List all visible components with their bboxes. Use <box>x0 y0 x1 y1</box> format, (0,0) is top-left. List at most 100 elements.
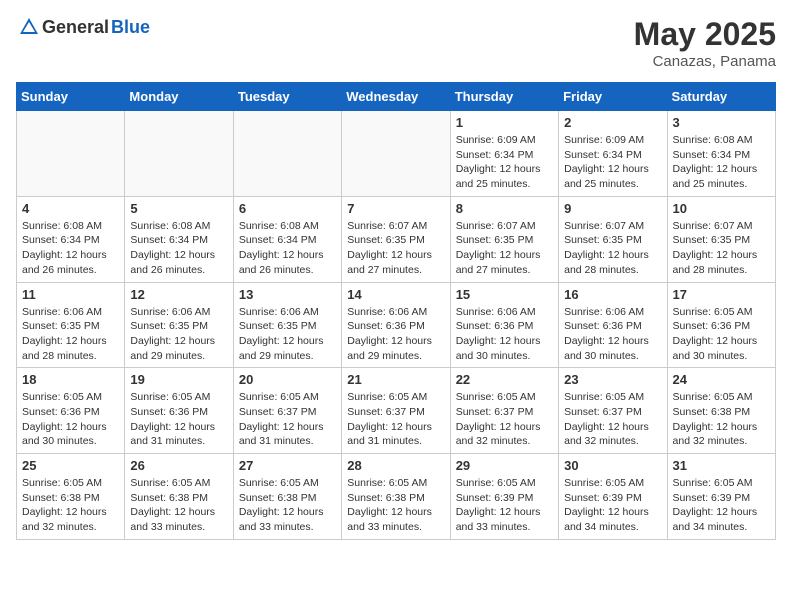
calendar-cell: 19 Sunrise: 6:05 AM Sunset: 6:36 PM Dayli… <box>125 368 233 454</box>
calendar-cell: 2Sunrise: 6:09 AM Sunset: 6:34 PM Daylig… <box>559 111 667 197</box>
calendar-cell: 9Sunrise: 6:07 AM Sunset: 6:35 PM Daylig… <box>559 196 667 282</box>
calendar-cell <box>233 111 341 197</box>
day-info: Sunrise: 6:05 AM Sunset: 6:39 PM Dayligh… <box>456 476 553 535</box>
day-number: 13 <box>239 287 336 302</box>
logo-icon <box>18 16 40 38</box>
calendar-cell <box>125 111 233 197</box>
day-number: 17 <box>673 287 770 302</box>
day-info: Sunrise: 6:05 AM Sunset: 6:38 PM Dayligh… <box>22 476 119 535</box>
calendar-cell: 24 Sunrise: 6:05 AM Sunset: 6:38 PM Dayli… <box>667 368 775 454</box>
day-number: 7 <box>347 201 444 216</box>
day-number: 21 <box>347 372 444 387</box>
calendar-cell: 18 Sunrise: 6:05 AM Sunset: 6:36 PM Dayli… <box>17 368 125 454</box>
calendar-cell: 15Sunrise: 6:06 AM Sunset: 6:36 PM Dayli… <box>450 282 558 368</box>
day-number: 8 <box>456 201 553 216</box>
day-number: 12 <box>130 287 227 302</box>
calendar-cell <box>17 111 125 197</box>
location: Canazas, Panama <box>634 53 776 70</box>
day-number: 5 <box>130 201 227 216</box>
day-number: 1 <box>456 115 553 130</box>
calendar-cell: 11 Sunrise: 6:06 AM Sunset: 6:35 PM Dayli… <box>17 282 125 368</box>
calendar-cell: 26Sunrise: 6:05 AM Sunset: 6:38 PM Dayli… <box>125 454 233 540</box>
day-number: 2 <box>564 115 661 130</box>
day-info: Sunrise: 6:08 AM Sunset: 6:34 PM Dayligh… <box>239 219 336 278</box>
weekday-header-tuesday: Tuesday <box>233 83 341 111</box>
calendar-cell: 5 Sunrise: 6:08 AM Sunset: 6:34 PM Daylig… <box>125 196 233 282</box>
weekday-header-friday: Friday <box>559 83 667 111</box>
day-number: 24 <box>673 372 770 387</box>
day-number: 29 <box>456 458 553 473</box>
calendar-cell: 12 Sunrise: 6:06 AM Sunset: 6:35 PM Dayli… <box>125 282 233 368</box>
weekday-header-monday: Monday <box>125 83 233 111</box>
day-number: 27 <box>239 458 336 473</box>
day-info: Sunrise: 6:06 AM Sunset: 6:35 PM Dayligh… <box>130 305 227 364</box>
day-info: Sunrise: 6:05 AM Sunset: 6:37 PM Dayligh… <box>347 390 444 449</box>
calendar-week-5: 25 Sunrise: 6:05 AM Sunset: 6:38 PM Dayli… <box>17 454 776 540</box>
calendar-week-3: 11 Sunrise: 6:06 AM Sunset: 6:35 PM Dayli… <box>17 282 776 368</box>
day-number: 30 <box>564 458 661 473</box>
day-info: Sunrise: 6:05 AM Sunset: 6:38 PM Dayligh… <box>347 476 444 535</box>
day-number: 26 <box>130 458 227 473</box>
day-info: Sunrise: 6:05 AM Sunset: 6:38 PM Dayligh… <box>239 476 336 535</box>
weekday-header-saturday: Saturday <box>667 83 775 111</box>
calendar-cell <box>342 111 450 197</box>
calendar-cell: 14 Sunrise: 6:06 AM Sunset: 6:36 PM Dayli… <box>342 282 450 368</box>
day-info: Sunrise: 6:07 AM Sunset: 6:35 PM Dayligh… <box>347 219 444 278</box>
day-number: 25 <box>22 458 119 473</box>
day-number: 23 <box>564 372 661 387</box>
calendar-cell: 16Sunrise: 6:06 AM Sunset: 6:36 PM Dayli… <box>559 282 667 368</box>
day-info: Sunrise: 6:05 AM Sunset: 6:36 PM Dayligh… <box>130 390 227 449</box>
day-info: Sunrise: 6:05 AM Sunset: 6:37 PM Dayligh… <box>564 390 661 449</box>
day-number: 4 <box>22 201 119 216</box>
weekday-header-sunday: Sunday <box>17 83 125 111</box>
day-info: Sunrise: 6:06 AM Sunset: 6:36 PM Dayligh… <box>347 305 444 364</box>
day-number: 16 <box>564 287 661 302</box>
calendar-cell: 28 Sunrise: 6:05 AM Sunset: 6:38 PM Dayli… <box>342 454 450 540</box>
weekday-header-wednesday: Wednesday <box>342 83 450 111</box>
day-number: 6 <box>239 201 336 216</box>
calendar-cell: 21 Sunrise: 6:05 AM Sunset: 6:37 PM Dayli… <box>342 368 450 454</box>
day-number: 20 <box>239 372 336 387</box>
day-number: 22 <box>456 372 553 387</box>
calendar-header-row: SundayMondayTuesdayWednesdayThursdayFrid… <box>17 83 776 111</box>
day-number: 3 <box>673 115 770 130</box>
weekday-header-thursday: Thursday <box>450 83 558 111</box>
day-info: Sunrise: 6:07 AM Sunset: 6:35 PM Dayligh… <box>564 219 661 278</box>
day-number: 14 <box>347 287 444 302</box>
day-info: Sunrise: 6:08 AM Sunset: 6:34 PM Dayligh… <box>673 133 770 192</box>
day-info: Sunrise: 6:06 AM Sunset: 6:35 PM Dayligh… <box>22 305 119 364</box>
day-info: Sunrise: 6:09 AM Sunset: 6:34 PM Dayligh… <box>456 133 553 192</box>
day-info: Sunrise: 6:08 AM Sunset: 6:34 PM Dayligh… <box>130 219 227 278</box>
day-number: 19 <box>130 372 227 387</box>
day-number: 28 <box>347 458 444 473</box>
month-title: May 2025 <box>634 16 776 53</box>
day-info: Sunrise: 6:05 AM Sunset: 6:39 PM Dayligh… <box>564 476 661 535</box>
logo-general-text: General <box>42 17 109 38</box>
day-info: Sunrise: 6:05 AM Sunset: 6:38 PM Dayligh… <box>673 390 770 449</box>
calendar-cell: 8 Sunrise: 6:07 AM Sunset: 6:35 PM Daylig… <box>450 196 558 282</box>
calendar-cell: 4Sunrise: 6:08 AM Sunset: 6:34 PM Daylig… <box>17 196 125 282</box>
logo: General Blue <box>16 16 150 38</box>
title-block: May 2025 Canazas, Panama <box>634 16 776 70</box>
calendar-cell: 7 Sunrise: 6:07 AM Sunset: 6:35 PM Daylig… <box>342 196 450 282</box>
day-info: Sunrise: 6:07 AM Sunset: 6:35 PM Dayligh… <box>456 219 553 278</box>
day-number: 10 <box>673 201 770 216</box>
day-info: Sunrise: 6:05 AM Sunset: 6:36 PM Dayligh… <box>22 390 119 449</box>
day-info: Sunrise: 6:05 AM Sunset: 6:39 PM Dayligh… <box>673 476 770 535</box>
calendar-cell: 22Sunrise: 6:05 AM Sunset: 6:37 PM Dayli… <box>450 368 558 454</box>
logo-blue-text: Blue <box>111 17 150 38</box>
calendar-cell: 13Sunrise: 6:06 AM Sunset: 6:35 PM Dayli… <box>233 282 341 368</box>
day-number: 11 <box>22 287 119 302</box>
day-info: Sunrise: 6:07 AM Sunset: 6:35 PM Dayligh… <box>673 219 770 278</box>
calendar-cell: 1 Sunrise: 6:09 AM Sunset: 6:34 PM Daylig… <box>450 111 558 197</box>
calendar-cell: 31 Sunrise: 6:05 AM Sunset: 6:39 PM Dayli… <box>667 454 775 540</box>
calendar-cell: 17 Sunrise: 6:05 AM Sunset: 6:36 PM Dayli… <box>667 282 775 368</box>
day-number: 31 <box>673 458 770 473</box>
calendar-cell: 29 Sunrise: 6:05 AM Sunset: 6:39 PM Dayli… <box>450 454 558 540</box>
day-number: 18 <box>22 372 119 387</box>
calendar-cell: 10 Sunrise: 6:07 AM Sunset: 6:35 PM Dayli… <box>667 196 775 282</box>
day-info: Sunrise: 6:05 AM Sunset: 6:36 PM Dayligh… <box>673 305 770 364</box>
day-number: 15 <box>456 287 553 302</box>
calendar-cell: 3 Sunrise: 6:08 AM Sunset: 6:34 PM Daylig… <box>667 111 775 197</box>
calendar-table: SundayMondayTuesdayWednesdayThursdayFrid… <box>16 82 776 540</box>
